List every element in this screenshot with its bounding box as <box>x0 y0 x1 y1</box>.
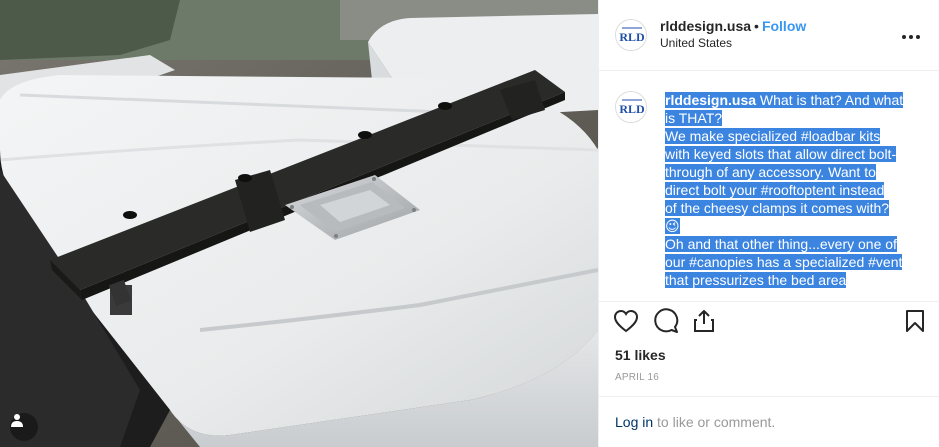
caption-line: through of any accessory. Want to <box>665 163 876 180</box>
share-icon <box>694 310 714 333</box>
caption-line: of the cheesy clamps it comes with? <box>665 199 890 216</box>
caption-line: that pressurizes the bed area <box>665 271 847 288</box>
separator-dot: • <box>754 17 759 34</box>
comment-button[interactable] <box>653 301 693 341</box>
caption-line: We make specialized #loadbar kits <box>665 127 881 144</box>
share-button[interactable] <box>693 301 733 341</box>
caption-username[interactable]: rlddesign.usa <box>665 92 756 108</box>
caption-avatar[interactable]: RLD <box>615 90 647 123</box>
caption-text: rlddesign.usa What is that? And what is … <box>665 91 909 301</box>
caption-line: is THAT? <box>665 109 723 126</box>
post-photo[interactable] <box>0 0 598 447</box>
follow-button[interactable]: Follow <box>762 18 806 34</box>
post-image <box>0 0 598 447</box>
login-prompt: Log in to like or comment. <box>599 395 939 447</box>
rld-logo-icon: RLD <box>616 19 646 50</box>
location-link[interactable]: United States <box>660 35 899 52</box>
bookmark-icon <box>906 310 924 333</box>
more-options-icon[interactable] <box>899 24 923 45</box>
heart-icon <box>613 310 639 333</box>
post-date[interactable]: APRIL 16 <box>599 366 939 396</box>
caption-line: What is that? And what <box>759 91 904 108</box>
svg-text:RLD: RLD <box>619 102 645 116</box>
username-link[interactable]: rlddesign.usa <box>660 18 751 34</box>
user-tag-button[interactable] <box>10 413 38 441</box>
login-link[interactable]: Log in <box>615 414 653 430</box>
comments-area: RLD rlddesign.usa What is that? And what… <box>599 71 939 301</box>
rld-logo-icon: RLD <box>616 91 646 122</box>
save-button[interactable] <box>885 301 925 341</box>
caption-line: with keyed slots that allow direct bolt- <box>665 145 897 162</box>
caption-line: our #canopies has a specialized #vent <box>665 253 903 270</box>
header-text: rlddesign.usa • Follow United States <box>660 18 899 52</box>
post-side-panel: RLD rlddesign.usa•Follow United States <box>598 0 939 447</box>
comment-icon <box>654 308 679 334</box>
like-button[interactable] <box>613 301 653 341</box>
caption-line: Oh and that other thing...every one of <box>665 235 897 252</box>
action-bar <box>599 300 939 341</box>
likes-count[interactable]: 51 likes <box>599 341 939 367</box>
avatar[interactable]: RLD <box>615 18 647 51</box>
wink-emoji: 😉 <box>665 217 680 234</box>
instagram-post: RLD rlddesign.usa•Follow United States <box>0 0 939 447</box>
post-header: RLD rlddesign.usa • Follow United States <box>599 0 939 71</box>
caption-line: direct bolt your #rooftoptent instead <box>665 181 885 198</box>
login-prompt-text: to like or comment. <box>653 413 776 430</box>
user-tag-icon <box>11 414 23 427</box>
svg-text:RLD: RLD <box>619 30 645 44</box>
